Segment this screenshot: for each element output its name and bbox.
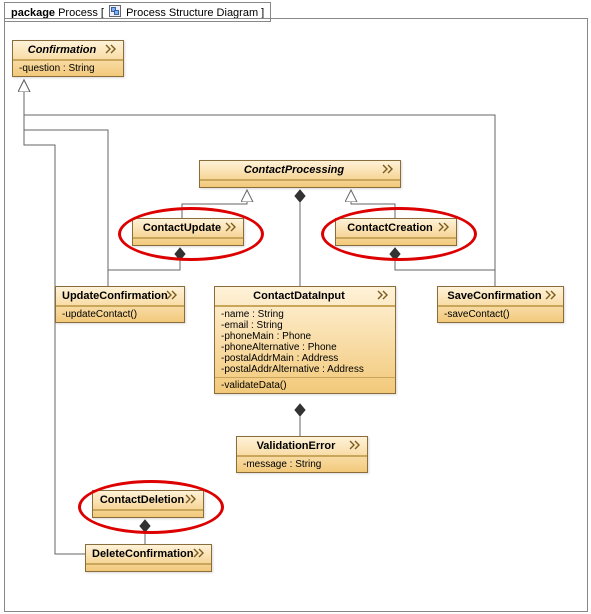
class-empty-compartment [336,238,456,245]
class-attribute: -question : String [19,63,117,74]
class-title: ContactCreation [336,219,456,238]
class-operation: -saveContact() [444,309,557,320]
class-title: ContactProcessing [200,161,400,180]
class-empty-compartment [200,180,400,187]
class-title: ValidationError [237,437,367,456]
chevron-icon [349,440,363,450]
class-contactdatainput[interactable]: ContactDataInput-name : String-email : S… [214,286,396,394]
class-attributes: -question : String [13,60,123,76]
class-operations: -validateData() [215,377,395,393]
class-confirmation[interactable]: Confirmation -question : String [12,40,124,77]
chevron-icon [438,222,452,232]
class-attribute: -postalAddrMain : Address [221,353,389,364]
class-empty-compartment [93,510,203,517]
class-empty-compartment [133,238,243,245]
class-operations: -updateContact() [56,306,184,322]
chevron-icon [105,44,119,54]
class-contactcreation[interactable]: ContactCreation [335,218,457,246]
chevron-icon [193,548,207,558]
class-operations: -saveContact() [438,306,563,322]
diagram-canvas: package Process [ Process Structure Diag… [0,0,591,614]
class-attribute: -message : String [243,459,361,470]
class-contactdeletion[interactable]: ContactDeletion [92,490,204,518]
diagram-type-icon [109,5,121,17]
class-updateconfirmation[interactable]: UpdateConfirmation -updateContact() [55,286,185,323]
class-title: SaveConfirmation [438,287,563,306]
class-title: ContactDeletion [93,491,203,510]
class-attributes: -message : String [237,456,367,472]
class-contactupdate[interactable]: ContactUpdate [132,218,244,246]
class-attribute: -name : String [221,309,389,320]
chevron-icon [377,290,391,300]
class-title: Confirmation [13,41,123,60]
class-deleteconfirmation[interactable]: DeleteConfirmation [85,544,212,572]
class-title: DeleteConfirmation [86,545,211,564]
class-title: UpdateConfirmation [56,287,184,306]
class-contactprocessing[interactable]: ContactProcessing [199,160,401,188]
class-empty-compartment [86,564,211,571]
class-attribute: -phoneMain : Phone [221,331,389,342]
class-attribute: -phoneAlternative : Phone [221,342,389,353]
class-title: ContactUpdate [133,219,243,238]
class-saveconfirmation[interactable]: SaveConfirmation -saveContact() [437,286,564,323]
class-attribute: -email : String [221,320,389,331]
chevron-icon [382,164,396,174]
chevron-icon [545,290,559,300]
class-operation: -validateData() [221,380,389,391]
class-title: ContactDataInput [215,287,395,306]
chevron-icon [166,290,180,300]
class-operation: -updateContact() [62,309,178,320]
class-attributes: -name : String-email : String-phoneMain … [215,306,395,377]
chevron-icon [185,494,199,504]
class-validationerror[interactable]: ValidationError -message : String [236,436,368,473]
class-attribute: -postalAddrAlternative : Address [221,364,389,375]
chevron-icon [225,222,239,232]
